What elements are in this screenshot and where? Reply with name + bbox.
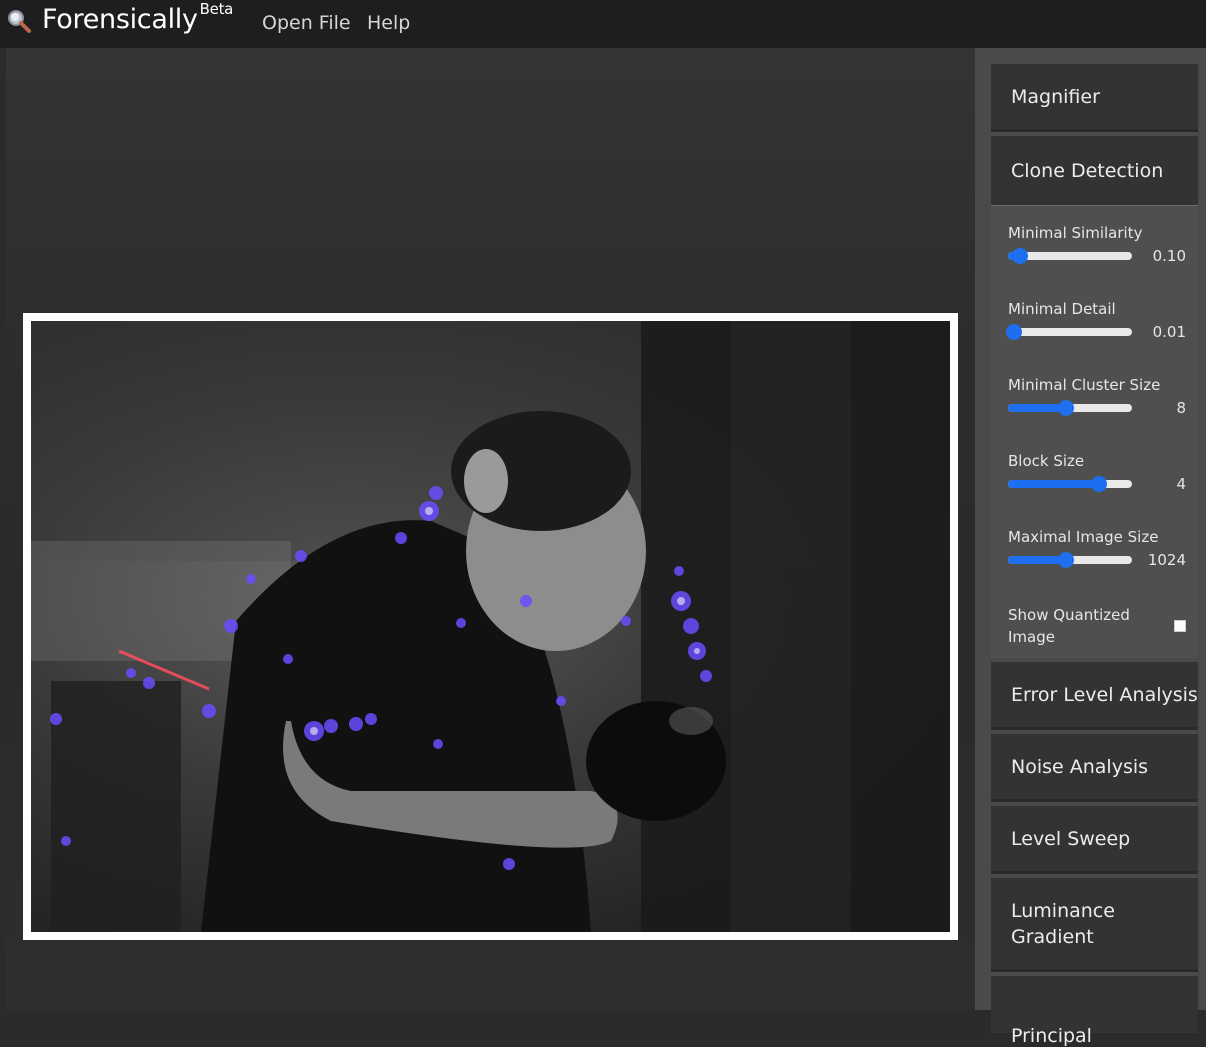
panel-principal-label: Principal	[1011, 1025, 1092, 1047]
tool-sidebar: Magnifier Clone Detection Minimal Simila…	[975, 48, 1206, 1047]
control-value: 4	[1176, 475, 1186, 493]
slider-track[interactable]	[1008, 248, 1132, 264]
clone-detection-overlay	[31, 321, 950, 932]
control-maximal-image-size: Maximal Image Size 1024	[1008, 528, 1186, 604]
panel-noise-analysis[interactable]: Noise Analysis	[991, 734, 1198, 802]
slider-handle[interactable]	[1058, 552, 1075, 568]
control-label: Minimal Cluster Size	[1008, 376, 1161, 394]
top-bar: Forensically Beta Open File Help	[0, 0, 1206, 48]
show-quantized-row: Show Quantized Image	[1008, 604, 1186, 648]
control-row: 1024	[1008, 550, 1186, 570]
control-row: 0.10	[1008, 246, 1186, 266]
control-row: 8	[1008, 398, 1186, 418]
panel-principal[interactable]: Principal	[991, 976, 1198, 1047]
image-viewport[interactable]	[6, 48, 975, 1010]
slider-handle[interactable]	[1058, 400, 1075, 416]
slider-track[interactable]	[1006, 324, 1132, 340]
control-label: Block Size	[1008, 452, 1085, 470]
slider-handle[interactable]	[1012, 248, 1029, 264]
slider-track[interactable]	[1008, 400, 1132, 416]
panel-magnifier[interactable]: Magnifier	[991, 64, 1198, 132]
control-value: 0.10	[1152, 247, 1186, 265]
control-row: 4	[1008, 474, 1186, 494]
control-minimal-detail: Minimal Detail 0.01	[1006, 300, 1186, 376]
slider-handle[interactable]	[1006, 324, 1023, 340]
slider-handle[interactable]	[1090, 476, 1107, 492]
slider-track[interactable]	[1008, 476, 1132, 492]
analyzed-image[interactable]	[31, 321, 950, 932]
control-label: Minimal Detail	[1008, 300, 1116, 318]
help-link[interactable]: Help	[367, 12, 410, 34]
app-title: Forensically Beta	[42, 0, 234, 35]
slider-track[interactable]	[1008, 552, 1132, 568]
magnifier-icon	[8, 10, 31, 33]
beta-badge: Beta	[199, 0, 234, 18]
panel-luminance-gradient[interactable]: Luminance Gradient	[991, 878, 1198, 972]
clone-detection-settings: Minimal Similarity 0.10 Minimal Detail 0.01…	[991, 205, 1198, 658]
show-quantized-label: Show Quantized Image	[1008, 606, 1130, 646]
panel-level-sweep[interactable]: Level Sweep	[991, 806, 1198, 874]
panel-clone-detection[interactable]: Clone Detection	[991, 136, 1198, 205]
control-row: 0.01	[1006, 322, 1186, 342]
control-minimal-cluster-size: Minimal Cluster Size 8	[1008, 376, 1186, 452]
slider-fill	[1008, 480, 1099, 488]
control-minimal-similarity: Minimal Similarity 0.10	[1008, 224, 1186, 300]
control-value: 1024	[1147, 551, 1186, 569]
control-value: 8	[1176, 399, 1186, 417]
image-frame	[23, 313, 958, 940]
control-label: Maximal Image Size	[1008, 528, 1159, 546]
panel-error-level-analysis[interactable]: Error Level Analysis	[991, 662, 1198, 730]
control-label: Minimal Similarity	[1008, 224, 1143, 242]
show-quantized-checkbox[interactable]	[1174, 620, 1186, 632]
control-value: 0.01	[1152, 323, 1186, 341]
open-file-link[interactable]: Open File	[262, 12, 351, 34]
control-block-size: Block Size 4	[1008, 452, 1186, 528]
